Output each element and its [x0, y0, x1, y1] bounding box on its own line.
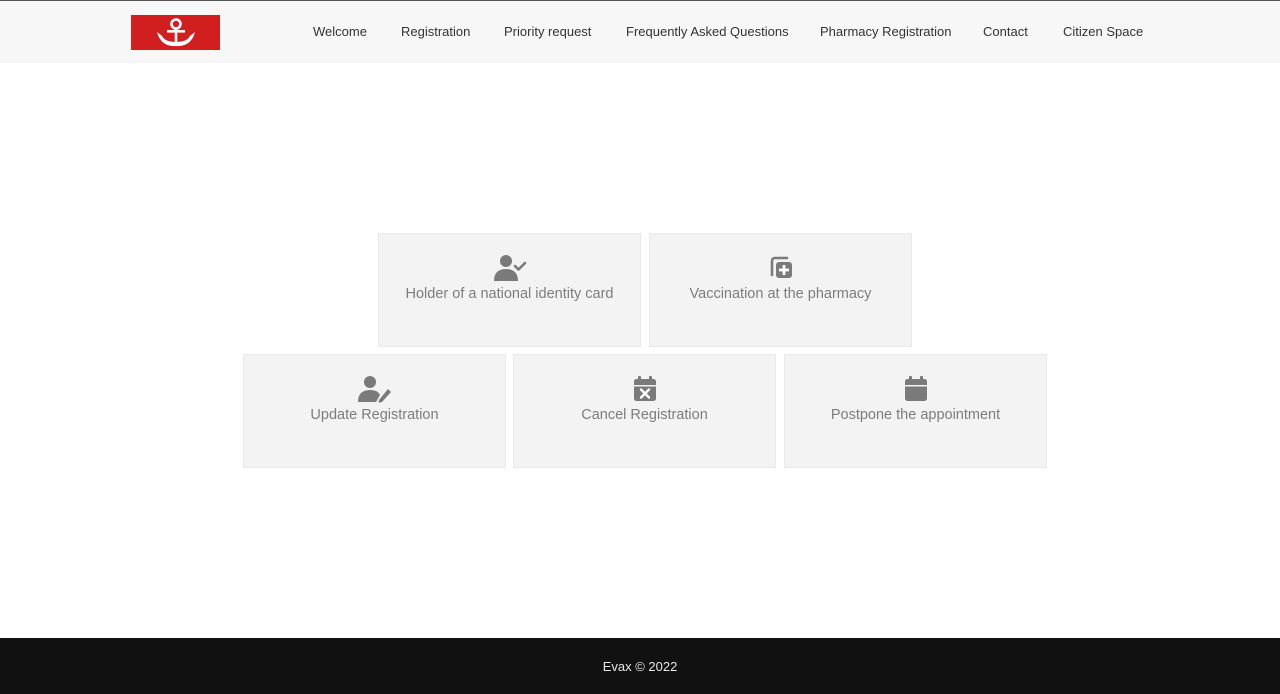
- footer-copyright: Evax © 2022: [602, 658, 678, 674]
- calendar-cancel-icon: [633, 375, 657, 403]
- brand-logo[interactable]: [131, 15, 220, 50]
- nav-pharmacy-registration[interactable]: Pharmacy Registration: [820, 24, 952, 39]
- calendar-icon: [904, 375, 928, 403]
- card-label: Vaccination at the pharmacy: [689, 286, 872, 302]
- main-content: Holder of a national identity card Vacci…: [0, 63, 1280, 638]
- nav-contact[interactable]: Contact: [983, 24, 1028, 39]
- card-label: Update Registration: [310, 407, 439, 423]
- nav-registration[interactable]: Registration: [401, 24, 470, 39]
- nav-faq[interactable]: Frequently Asked Questions: [626, 24, 789, 39]
- site-header: Welcome Registration Priority request Fr…: [0, 1, 1280, 63]
- site-footer: Evax © 2022: [0, 638, 1280, 694]
- anchor-logo-icon: [156, 17, 195, 46]
- nav-welcome[interactable]: Welcome: [313, 24, 367, 39]
- nav-priority-request[interactable]: Priority request: [504, 24, 591, 39]
- card-update-registration[interactable]: Update Registration: [243, 354, 506, 468]
- card-label: Cancel Registration: [581, 407, 708, 423]
- nav-citizen-space[interactable]: Citizen Space: [1063, 24, 1143, 39]
- user-edit-icon: [357, 375, 392, 403]
- medical-plus-icon: [768, 254, 794, 282]
- card-cancel-registration[interactable]: Cancel Registration: [513, 354, 776, 468]
- card-national-id[interactable]: Holder of a national identity card: [378, 233, 641, 347]
- user-check-icon: [493, 254, 527, 282]
- card-pharmacy-vaccination[interactable]: Vaccination at the pharmacy: [649, 233, 912, 347]
- card-label: Holder of a national identity card: [405, 286, 614, 302]
- card-label: Postpone the appointment: [830, 407, 1001, 423]
- card-postpone-appointment[interactable]: Postpone the appointment: [784, 354, 1047, 468]
